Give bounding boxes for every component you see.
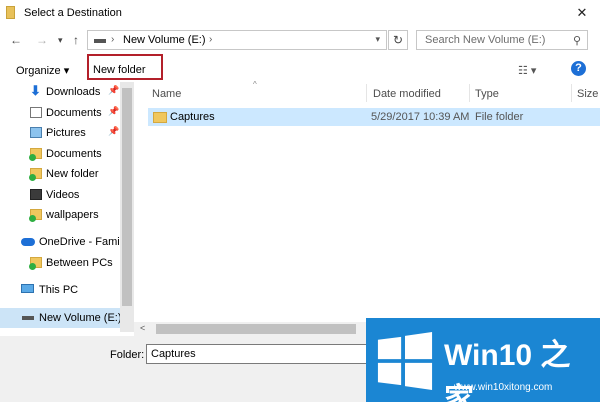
sidebar-item-label: Documents [46,148,102,160]
breadcrumb-separator[interactable]: › [111,34,114,45]
folder-label: Folder: [110,349,145,361]
folder-sync-icon [29,209,42,222]
windows-logo-icon [377,332,433,390]
sidebar-item-between-pcs[interactable]: Between PCs [0,254,120,272]
table-row[interactable]: Captures 5/29/2017 10:39 AM File folder [148,108,600,126]
sidebar-item-pictures[interactable]: Pictures 📌 [0,124,120,142]
refresh-button[interactable]: ↻ [388,30,408,50]
sidebar-item-label: wallpapers [46,209,99,221]
sidebar-item-label: Downloads [46,86,101,98]
window-title: Select a Destination [24,7,122,19]
sort-indicator-icon: ^ [253,80,257,89]
folder-sync-icon [29,257,42,270]
column-divider[interactable] [469,84,470,102]
sidebar-item-label: New folder [46,168,99,180]
search-input[interactable]: Search New Volume (E:) [425,34,545,46]
file-name: Captures [170,111,215,123]
back-arrow-icon[interactable]: ← [10,34,22,46]
close-button[interactable]: ✕ [572,3,592,23]
watermark-brand: Win10 之家 [444,339,571,416]
folder-sync-icon [29,148,42,161]
pictures-icon [30,127,42,138]
navigation-pane: ⬇ Downloads 📌 Documents 📌 Pictures 📌 Doc… [0,82,120,332]
documents-icon [30,107,42,118]
column-header-type[interactable]: Type [475,88,499,100]
scrollbar-thumb[interactable] [122,88,132,306]
up-arrow-icon[interactable]: ↑ [73,34,79,46]
view-options-button[interactable]: ☷ ▾ [518,64,536,77]
pin-icon[interactable]: 📌 [108,85,119,96]
videos-icon [30,189,42,200]
forward-arrow-icon[interactable]: → [36,34,48,46]
file-type: File folder [475,111,524,123]
file-date: 5/29/2017 10:39 AM [371,111,470,123]
sidebar-item-wallpapers[interactable]: wallpapers [0,206,120,224]
drive-icon [94,39,106,43]
sidebar-item-onedrive[interactable]: OneDrive - Family [0,233,120,251]
folder-icon [6,6,15,19]
onedrive-icon [21,238,35,246]
sidebar-item-videos[interactable]: Videos [0,186,120,204]
column-header-bar: Name Date modified Type Size [134,82,600,104]
pin-icon[interactable]: 📌 [108,106,119,117]
search-box[interactable]: Search New Volume (E:) ⚲ [416,30,588,50]
help-button[interactable]: ? [571,61,586,76]
watermark: Win10 之家 www.win10xitong.com [366,318,600,416]
sidebar-item-documents-synced[interactable]: Documents [0,145,120,163]
column-divider[interactable] [571,84,572,102]
sidebar-scrollbar[interactable] [120,82,134,332]
search-icon[interactable]: ⚲ [573,34,581,47]
sidebar-item-label: New Volume (E:) [39,312,120,324]
column-header-date[interactable]: Date modified [373,88,441,100]
scrollbar-thumb[interactable] [156,324,356,334]
pin-icon[interactable]: 📌 [108,126,119,137]
column-divider[interactable] [366,84,367,102]
recent-locations-icon[interactable]: ▾ [58,34,63,46]
highlight-box [87,54,163,80]
column-header-name[interactable]: Name [152,88,181,100]
organize-button[interactable]: Organize ▾ [16,64,69,77]
sidebar-item-downloads[interactable]: ⬇ Downloads 📌 [0,83,120,101]
breadcrumb-separator[interactable]: › [209,34,212,45]
sidebar-item-label: This PC [39,284,79,296]
folder-name-input[interactable]: Captures [146,344,368,364]
pc-icon [21,284,34,293]
address-bar[interactable]: › New Volume (E:) › ▾ [87,30,387,50]
sidebar-item-label: Documents [46,107,102,119]
watermark-url: www.win10xitong.com [454,382,553,393]
scroll-left-icon[interactable]: < [140,323,145,333]
sidebar-item-label: OneDrive - Family [39,236,120,248]
column-header-size[interactable]: Size [577,88,598,100]
download-icon: ⬇ [30,83,41,98]
sidebar-item-this-pc[interactable]: This PC [0,281,120,299]
sidebar-item-new-folder[interactable]: New folder [0,165,120,183]
folder-icon [153,112,167,123]
breadcrumb-volume[interactable]: New Volume (E:) [123,34,206,46]
folder-sync-icon [29,168,42,181]
chevron-down-icon[interactable]: ▾ [375,34,380,45]
title-bar: Select a Destination ✕ [0,0,600,26]
sidebar-item-new-volume[interactable]: New Volume (E:) [0,308,120,328]
drive-icon [22,316,34,320]
sidebar-item-label: Videos [46,189,80,201]
sidebar-item-label: Between PCs [46,257,113,269]
sidebar-item-documents[interactable]: Documents 📌 [0,104,120,122]
sidebar-item-label: Pictures [46,127,86,139]
